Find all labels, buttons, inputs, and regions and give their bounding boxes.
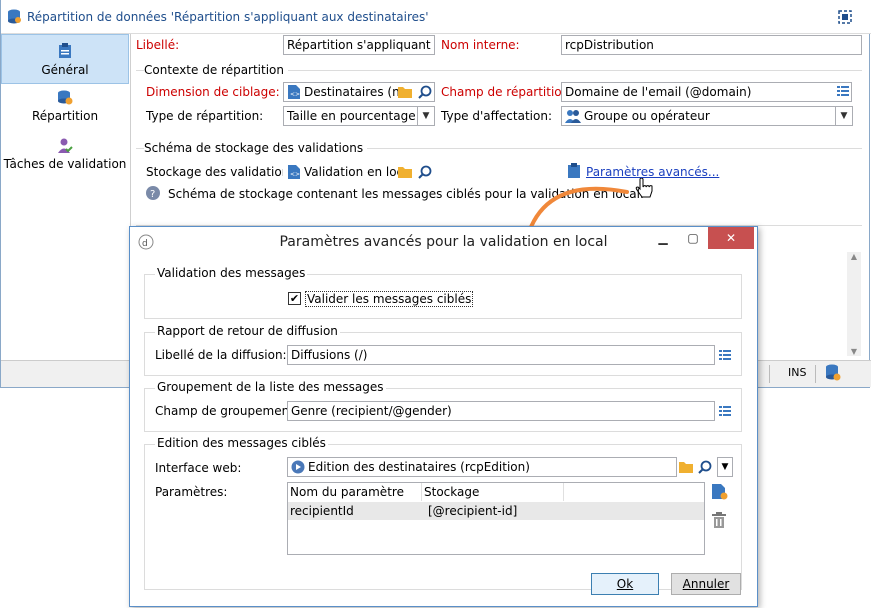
insert-mode-status: INS [788, 366, 807, 379]
sidebar-item-taches[interactable]: Tâches de validation [1, 138, 129, 178]
advanced-params-dialog: d Paramètres avancés pour la validation … [129, 226, 758, 607]
folder-icon[interactable] [398, 85, 412, 98]
status-divider [815, 365, 816, 383]
sidebar-item-label: Général [41, 63, 89, 77]
svg-text:<>: <> [290, 91, 300, 98]
type-rep-select[interactable]: Taille en pourcentage ▼ [283, 106, 435, 126]
close-button[interactable]: ✕ [708, 227, 754, 249]
sidebar: Général Répartition Tâches de validation [1, 34, 131, 360]
champ-rep-input[interactable]: Domaine de l'email (@domain) [561, 82, 852, 102]
params-avances-link[interactable]: Paramètres avancés... [586, 165, 719, 179]
list-edit-icon[interactable] [719, 405, 731, 417]
type-rep-value: Taille en pourcentage [287, 109, 416, 123]
list-edit-icon[interactable] [719, 349, 731, 361]
rapport-group-title: Rapport de retour de diffusion [155, 324, 340, 338]
table-cell: recipientId [290, 504, 354, 518]
parametres-label: Paramètres: [155, 485, 228, 499]
chevron-down-icon[interactable]: ▼ [417, 107, 434, 125]
stockage-value: Validation en loca [304, 165, 411, 179]
nom-interne-input[interactable]: rcpDistribution [561, 35, 862, 55]
interface-label: Interface web: [155, 461, 242, 475]
dimension-label: Dimension de ciblage: [146, 85, 280, 99]
type-aff-select[interactable]: Groupe ou opérateur ▼ [561, 106, 853, 126]
dimension-value: Destinataires (nm [304, 85, 412, 99]
stockage-input[interactable]: <> Validation en loca [283, 162, 435, 182]
libelle-diff-label: Libellé de la diffusion: [155, 348, 287, 362]
libelle-input[interactable]: Répartition s'appliquant aux [283, 35, 435, 55]
type-aff-value: Groupe ou opérateur [584, 109, 710, 123]
folder-icon[interactable] [679, 460, 693, 473]
chevron-down-icon[interactable]: ▼ [717, 457, 733, 477]
search-icon[interactable] [418, 85, 432, 99]
sidebar-item-label: Tâches de validation [3, 157, 127, 171]
parametres-table[interactable]: Nom du paramètre Stockage recipientId [@… [287, 482, 705, 555]
sidebar-item-label: Répartition [31, 109, 99, 123]
search-icon[interactable] [698, 460, 712, 474]
search-icon[interactable] [418, 165, 432, 179]
edition-group: Edition des messages ciblés Interface we… [144, 436, 742, 590]
maximize-button[interactable]: ▢ [678, 227, 708, 249]
schema-group-title: Schéma de stockage des validations [144, 141, 368, 155]
window-title: Répartition de données 'Répartition s'ap… [27, 10, 429, 24]
maximize-icon[interactable] [837, 9, 853, 25]
validation-group-title: Validation des messages [155, 266, 308, 280]
interface-value: Edition des destinataires (rcpEdition) [308, 460, 530, 474]
chevron-down-icon[interactable]: ▼ [835, 107, 852, 125]
edition-group-title: Edition des messages ciblés [155, 436, 328, 450]
champ-rep-label: Champ de répartition: [441, 85, 574, 99]
groupement-group-title: Groupement de la liste des messages [155, 380, 386, 394]
libelle-label: Libellé: [136, 38, 180, 52]
dialog-title-bar: d Paramètres avancés pour la validation … [130, 227, 757, 257]
nom-interne-label: Nom interne: [441, 38, 520, 52]
rapport-group: Rapport de retour de diffusion Libellé d… [144, 324, 742, 376]
ok-button[interactable]: Ok [591, 573, 659, 595]
champ-grp-label: Champ de groupement: [155, 404, 298, 418]
database-user-icon [57, 90, 73, 106]
libelle-diff-input[interactable]: Diffusions (/) [287, 345, 715, 365]
interface-input[interactable]: Edition des destinataires (rcpEdition) [287, 457, 677, 477]
type-aff-label: Type d'affectation: [441, 109, 552, 123]
schema-icon: <> [288, 165, 300, 179]
minimize-button[interactable]: ▁ [648, 227, 678, 249]
sidebar-item-general[interactable]: Général [1, 34, 129, 84]
type-rep-label: Type de répartition: [146, 109, 264, 123]
table-header[interactable]: Nom du paramètre [288, 483, 422, 501]
database-status-icon [825, 364, 841, 382]
trash-icon[interactable] [712, 512, 726, 528]
table-row[interactable]: recipientId [@recipient-id] [288, 502, 704, 520]
valider-label[interactable]: Valider les messages ciblés [305, 291, 474, 307]
title-bar: Répartition de données 'Répartition s'ap… [1, 0, 871, 34]
table-header[interactable]: Stockage [422, 483, 564, 501]
add-param-icon[interactable] [712, 484, 728, 500]
user-check-icon [57, 138, 73, 154]
validation-group: Validation des messages ✔ Valider les me… [144, 266, 742, 319]
folder-icon[interactable] [398, 165, 412, 178]
status-divider [769, 365, 770, 383]
dimension-input[interactable]: <> Destinataires (nm [283, 82, 435, 102]
champ-grp-input[interactable]: Genre (recipient/@gender) [287, 401, 715, 421]
scrollbar[interactable]: ▲ ▼ [847, 252, 861, 356]
list-edit-icon[interactable] [837, 85, 849, 97]
valider-checkbox[interactable]: ✔ [288, 292, 301, 305]
ok-button-label: Ok [616, 577, 634, 591]
svg-text:?: ? [150, 189, 155, 200]
groupement-group: Groupement de la liste des messages Cham… [144, 380, 742, 432]
play-icon [291, 460, 305, 474]
clipboard-icon [58, 43, 72, 59]
help-icon: ? [146, 186, 160, 200]
database-icon [7, 9, 22, 24]
annuler-button-label: Annuler [682, 577, 730, 591]
table-cell: [@recipient-id] [428, 504, 518, 518]
schema-icon: <> [288, 85, 300, 99]
stockage-label: Stockage des validations: [146, 165, 300, 179]
contexte-group-title: Contexte de répartition [144, 63, 289, 77]
clipboard-icon [568, 163, 580, 178]
dialog-body: Validation des messages ✔ Valider les me… [130, 257, 757, 606]
group-icon [565, 109, 581, 123]
svg-text:<>: <> [290, 171, 300, 178]
annuler-button[interactable]: Annuler [671, 573, 741, 595]
sidebar-item-repartition[interactable]: Répartition [1, 90, 129, 130]
